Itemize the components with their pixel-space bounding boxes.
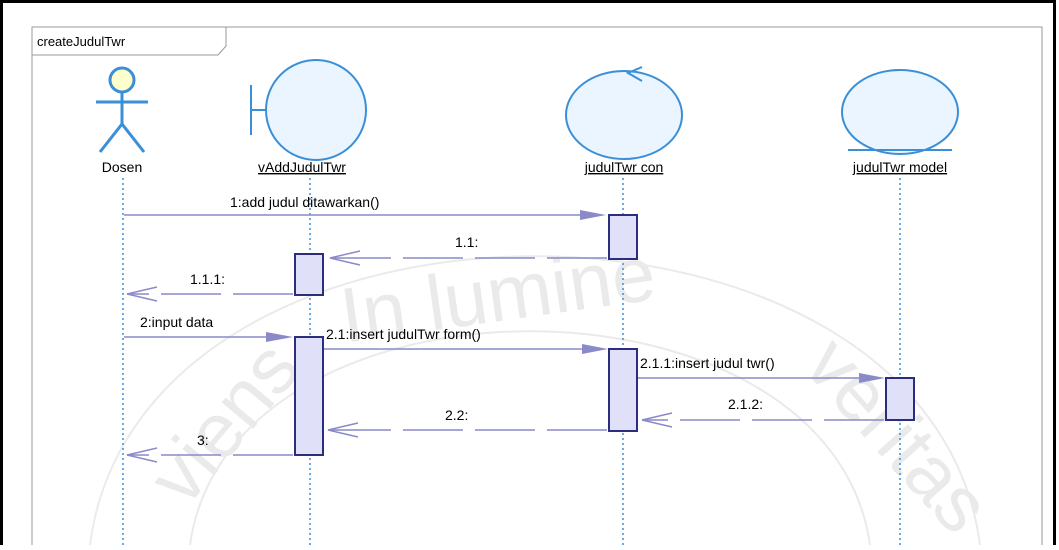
watermark-text-3: viens bbox=[131, 324, 315, 520]
message-label: 2.1.1:insert judul twr() bbox=[640, 355, 775, 371]
activation-con-1[interactable] bbox=[608, 214, 638, 260]
participant-vaddjudultwr[interactable]: vAddJudulTwr bbox=[250, 59, 367, 175]
message-label: 3: bbox=[197, 432, 209, 448]
activation-con-2[interactable] bbox=[608, 348, 638, 432]
participant-judultwr-con[interactable]: judulTwr con bbox=[565, 66, 683, 175]
watermark: In lumine veritas viens bbox=[89, 228, 1008, 549]
activation-vadd-1[interactable] bbox=[294, 253, 324, 296]
activation-model-1[interactable] bbox=[885, 377, 915, 421]
message-label: 1.1.1: bbox=[190, 271, 225, 287]
message-2[interactable]: 2:input data bbox=[124, 314, 293, 342]
message-1-1-1[interactable]: 1.1.1: bbox=[126, 271, 293, 302]
arrowhead-filled-icon bbox=[582, 344, 608, 354]
arrowhead-filled-icon bbox=[266, 332, 293, 342]
sequence-diagram-canvas: In lumine veritas viens createJudulTwr D… bbox=[0, 0, 1059, 550]
entity-icon bbox=[841, 69, 959, 155]
arrowhead-filled-icon bbox=[580, 210, 606, 220]
boundary-icon bbox=[250, 59, 367, 161]
message-label: 1:add judul ditawarkan() bbox=[230, 194, 379, 210]
participant-label: judulTwr model bbox=[852, 159, 947, 175]
watermark-text-2: veritas bbox=[789, 320, 1008, 545]
message-label: 2.1:insert judulTwr form() bbox=[326, 326, 481, 342]
participant-judultwr-model[interactable]: judulTwr model bbox=[841, 69, 959, 175]
message-label: 1.1: bbox=[455, 234, 478, 250]
participant-label: vAddJudulTwr bbox=[258, 159, 346, 175]
message-1[interactable]: 1:add judul ditawarkan() bbox=[124, 194, 606, 220]
participant-label: judulTwr con bbox=[584, 159, 664, 175]
sequence-diagram: In lumine veritas viens createJudulTwr D… bbox=[0, 0, 1056, 550]
message-label: 2:input data bbox=[140, 314, 213, 330]
participant-label: Dosen bbox=[102, 159, 142, 175]
message-2-2[interactable]: 2.2: bbox=[327, 407, 607, 438]
message-label: 2.1.2: bbox=[728, 396, 763, 412]
participant-dosen[interactable]: Dosen bbox=[96, 66, 148, 175]
frame-title: createJudulTwr bbox=[37, 34, 126, 49]
activation-vadd-2[interactable] bbox=[294, 336, 324, 456]
control-icon bbox=[565, 66, 683, 160]
actor-icon bbox=[96, 66, 148, 153]
message-label: 2.2: bbox=[445, 407, 468, 423]
